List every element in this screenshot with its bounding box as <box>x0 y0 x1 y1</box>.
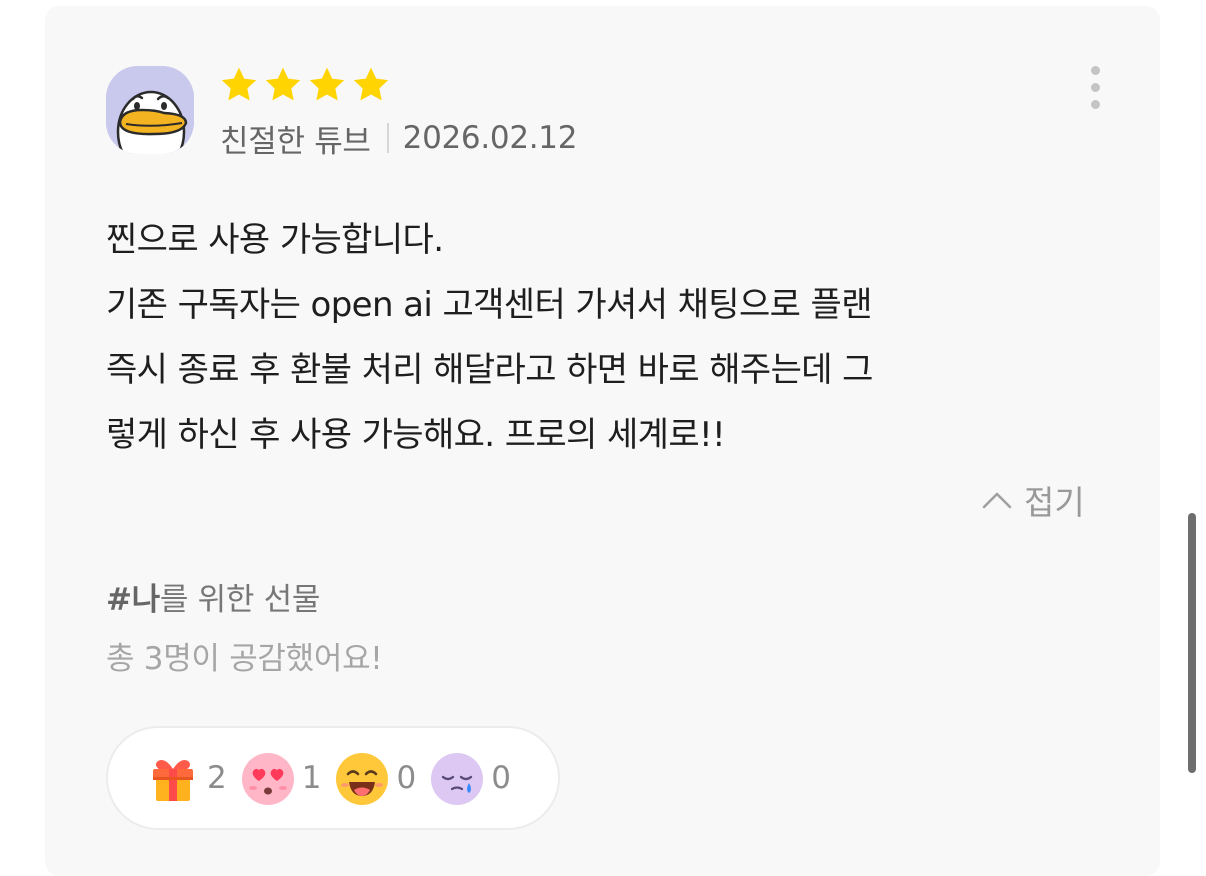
tag-text: 를 위한 선물 <box>159 582 321 618</box>
collapse-label: 접기 <box>1024 483 1085 522</box>
review-meta: 친절한 튜브 2026.02.12 <box>220 117 578 160</box>
review-body: 찐으로 사용 가능합니다. 기존 구독자는 open ai 고객센터 가셔서 채… <box>106 208 1096 468</box>
heart-eyes-icon <box>241 753 294 805</box>
reaction-count: 0 <box>396 760 417 796</box>
reaction-crying[interactable]: 0 <box>429 750 511 806</box>
review-line: 즉시 종료 후 환불 처리 해달라고 하면 바로 해주는데 그 <box>106 350 873 390</box>
chevron-up-icon <box>982 492 1012 509</box>
reaction-heart-eyes[interactable]: 1 <box>240 750 322 806</box>
review-line: 렇게 하신 후 사용 가능해요. 프로의 세계로!! <box>106 415 726 455</box>
collapse-button[interactable]: 접기 <box>980 478 1085 522</box>
gift-tag: #나를 위한 선물 <box>106 574 320 619</box>
more-dot <box>1091 83 1100 92</box>
review-date: 2026.02.12 <box>402 120 578 156</box>
scrollbar-thumb[interactable] <box>1188 513 1196 773</box>
reaction-count: 2 <box>207 760 227 796</box>
avatar <box>106 66 194 154</box>
tag-hash: #나 <box>106 582 160 618</box>
more-options-button[interactable] <box>1080 62 1112 118</box>
more-dot <box>1091 66 1100 75</box>
reaction-laughing[interactable]: 0 <box>334 750 416 806</box>
reaction-gift[interactable]: 2 <box>145 750 227 806</box>
review-line: 기존 구독자는 open ai 고객센터 가셔서 채팅으로 플랜 <box>106 285 873 325</box>
laughing-face-icon <box>336 753 389 805</box>
reaction-bar: 2 1 0 0 <box>106 726 560 830</box>
reaction-count: 1 <box>301 760 322 796</box>
star-icon <box>265 67 301 101</box>
reaction-count: 0 <box>491 760 511 796</box>
more-dot <box>1091 100 1100 109</box>
crying-face-icon <box>431 753 484 805</box>
tube-character-icon <box>106 66 194 154</box>
gift-icon <box>153 760 193 801</box>
empathy-count: 총 3명이 공감했어요! <box>106 641 383 677</box>
meta-divider <box>386 123 389 153</box>
star-icon <box>309 67 345 101</box>
author-name: 친절한 튜브 <box>220 123 371 160</box>
rating-stars <box>218 65 392 105</box>
review-line: 찐으로 사용 가능합니다. <box>106 220 444 260</box>
star-icon <box>221 67 257 101</box>
star-icon <box>353 67 389 101</box>
